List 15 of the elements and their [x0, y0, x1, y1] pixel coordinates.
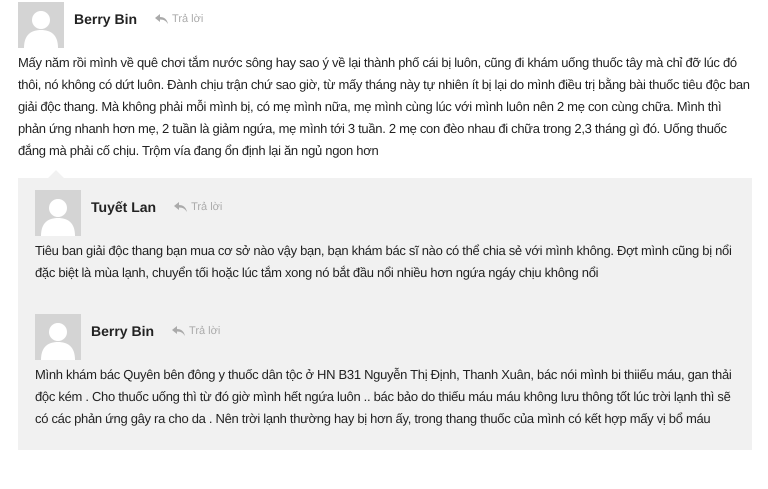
comment-text: Mấy năm rồi mình về quê chơi tắm nước sông hay sao ý về lại thành phố cái bị luôn, cũng đi khám uống thuốc tây mà chỉ đỡ lúc đó thôi, nó không có dứt luôn. Đành chịu trận chứ sao giờ, từ mấy tháng này tự nhiên ít bị lại do mình điều trị bằng bài thuốc tiêu độc ban giải độc thang. Mà không phải mỗi mình bị, có mẹ mình nữa, mẹ mình cùng lúc với mình luôn nên 2 mẹ con cùng chữa. Mình thì phản ứng nhanh hơn mẹ, 2 tuần là giảm ngứa, mẹ mình tới 3 tuần. 2 mẹ con đèo nhau đi chữa trong 2,3 tháng gì đó. Uống thuốc đắng mà phải cố chịu. Trộm vía đang ổn định lại ăn ngủ ngon hơn	[18, 54, 750, 160]
author-name: Tuyết Lan	[91, 198, 156, 217]
author-name: Berry Bin	[74, 10, 138, 29]
comment-text: Tiêu ban giải độc thang bạn mua cơ sở nào vậy bạn, bạn khám bác sĩ nào có thể chia sẻ với mình không. Đợt mình cũng bị nổi đặc biệt là mùa lạnh, chuyển tối hoặc lúc tắm xong nó bắt đầu nổi nhiều hơn ngứa ngáy chịu không nổi	[35, 242, 733, 282]
author-name: Berry Bin	[91, 322, 154, 341]
reply-icon	[174, 202, 188, 212]
reply-link[interactable]: Trả lời	[172, 322, 220, 340]
reply-link[interactable]: Trả lời	[155, 10, 204, 28]
avatar-icon	[18, 2, 64, 48]
comment-text: Mình khám bác Quyên bên đông y thuốc dân tộc ở HN B31 Nguyễn Thị Định, Thanh Xuân, bác nói mình bi thiiếu máu, gan thải độc kém . Cho thuốc uống thì từ đó giờ mình hết ngứa luôn .. bác bảo do thiếu máu máu không lưu thông tốt lúc trời lạnh thì sẽ có các phản ứng gây ra cho da . Nên trời lạnh thường hay bị hơn ấy, trong thang thuốc của mình có kết hợp mấy vị bổ máu	[35, 366, 732, 428]
reply-icon	[172, 326, 186, 336]
avatar-icon	[35, 314, 81, 360]
reply-link[interactable]: Trả lời	[174, 198, 222, 216]
reply-icon	[155, 14, 170, 24]
avatar-icon	[35, 190, 81, 236]
